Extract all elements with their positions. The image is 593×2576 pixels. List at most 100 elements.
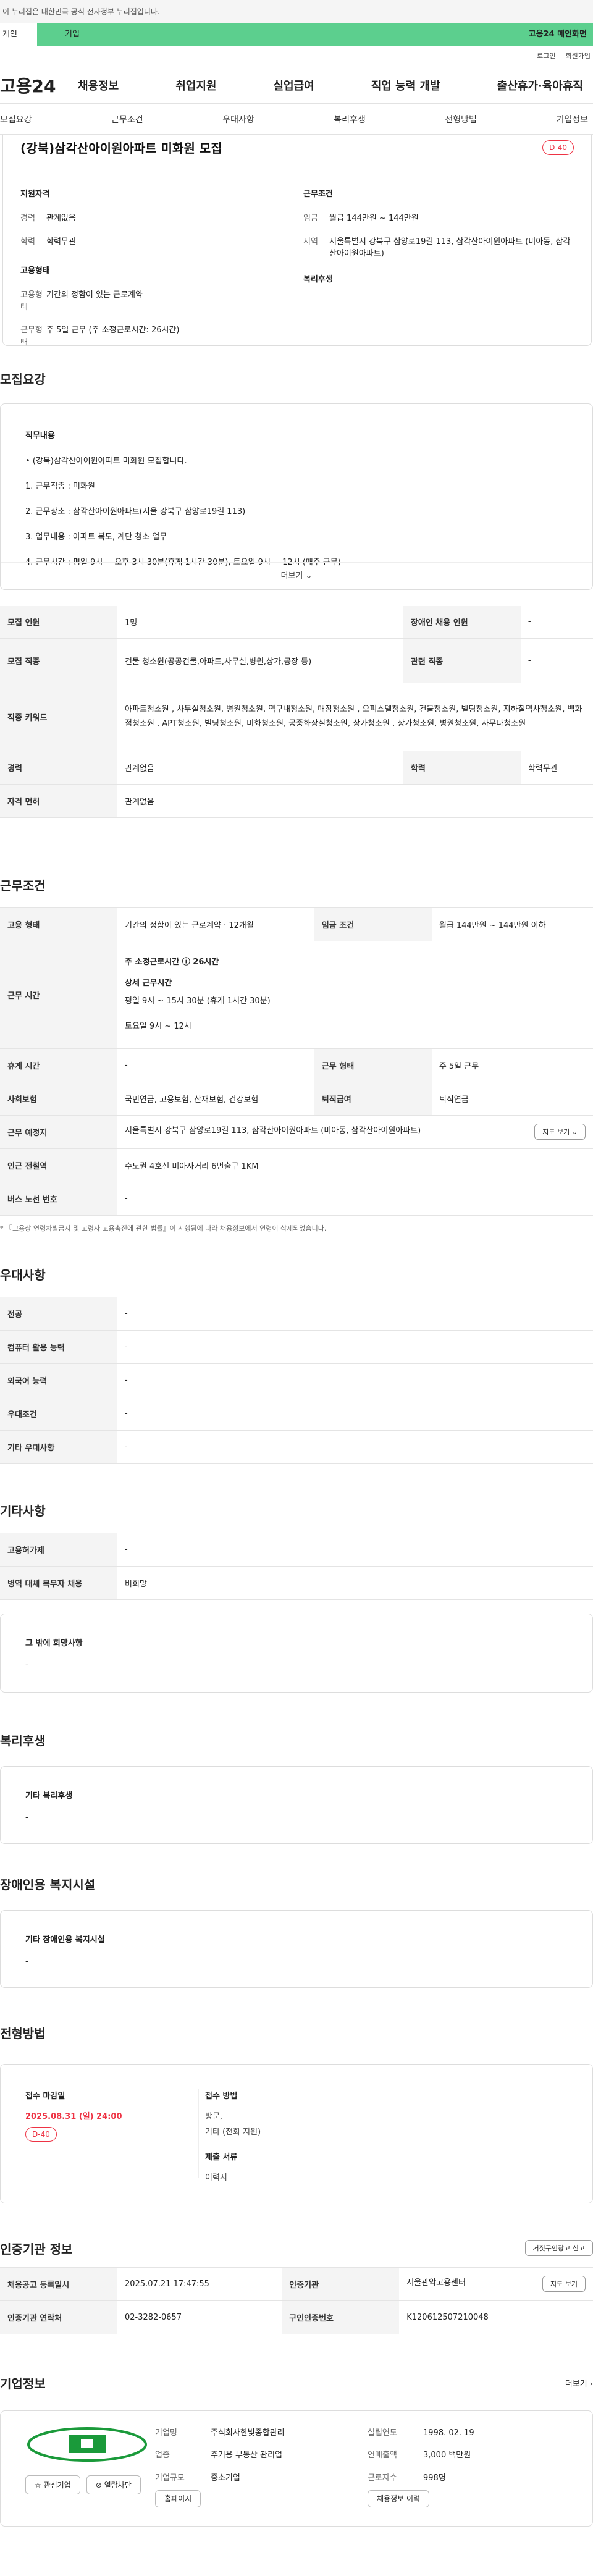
lnb-item[interactable]: 복리후생 <box>334 113 366 125</box>
cell-label: 모집 인원 <box>0 606 117 639</box>
info-label: 기업명 <box>155 2428 177 2438</box>
close-label: 접수 마감일 <box>25 2091 65 2101</box>
map-button[interactable]: 지도 보기 <box>542 2276 586 2292</box>
guide-card: 접수 마감일 2025.08.31 (일) 24:00 D-40 접수 방법 방… <box>0 2063 593 2203</box>
cell-label: 사회보험 <box>0 1082 117 1116</box>
cell-label: 관련 직종 <box>403 638 521 683</box>
gnb-item[interactable]: 취업지원 <box>175 77 216 93</box>
local-nav: 모집요강 근무조건 우대사항 복리후생 전형방법 기업정보 <box>0 104 593 135</box>
cell-value: 2025.07.21 17:47:55 <box>117 2267 282 2301</box>
lnb-item[interactable]: 전형방법 <box>445 113 477 125</box>
box-label: 그 밖에 희망사항 <box>25 1638 83 1648</box>
lnb-item[interactable]: 모집요강 <box>0 113 32 125</box>
company-logo-mark <box>27 2427 147 2462</box>
conditions-table: 고용 형태 기간의 정함이 있는 근로계약 · 12개월 임금 조건 월급 144만원… <box>0 907 593 1216</box>
section-title: 근무조건 <box>0 878 46 893</box>
global-nav: 고용24 채용정보 취업지원 실업급여 직업 능력 개발 출산휴가·육아휴직 <box>0 67 593 104</box>
fav-button[interactable]: ☆ 관심기업 <box>25 2475 80 2494</box>
method-value: 방문, <box>205 2111 223 2121</box>
company-more-link[interactable]: 더보기 › <box>565 2377 593 2389</box>
field-value: 기간의 정함이 있는 근로계약 <box>46 290 143 300</box>
field-value: 월급 144만원 ~ 144만원 <box>329 214 419 223</box>
lnb-item[interactable]: 근무조건 <box>111 113 143 125</box>
dday-badge: D-40 <box>542 140 574 155</box>
box-value: - <box>25 1956 28 1966</box>
more-button[interactable]: 더보기 ⌄ <box>1 562 592 589</box>
cell-label: 컴퓨터 활용 능력 <box>0 1330 117 1364</box>
join-link[interactable]: 회원가입 <box>566 52 591 60</box>
cell-label: 근무 시간 <box>0 941 117 1049</box>
docs-value: 이력서 <box>205 2173 227 2182</box>
tab-corp[interactable]: 기업 고용24 메인화면 <box>37 23 593 46</box>
cell-value: 관계없음 <box>117 784 593 818</box>
info-value: 주거용 부동산 관리업 <box>211 2451 282 2460</box>
info-value: 1998. 02. 19 <box>423 2428 474 2438</box>
report-button[interactable]: 거짓구인광고 신고 <box>524 2240 593 2256</box>
tab-personal[interactable]: 개인 <box>0 23 37 46</box>
login-link[interactable]: 로그인 <box>537 52 555 60</box>
gnb-item[interactable]: 출산휴가·육아휴직 <box>497 77 583 93</box>
cell-value: - <box>117 1363 593 1397</box>
section-title: 장애인용 복지시설 <box>0 1877 96 1892</box>
cell-label: 병역 대체 복무자 채용 <box>0 1566 117 1600</box>
time-weekday: 평일 9시 ~ 15시 30분 (휴게 1시간 30분) <box>125 996 271 1006</box>
homepage-button[interactable]: 홈페이지 <box>155 2490 201 2507</box>
summary-line: 3. 업무내용 : 아파트 복도, 계단 청소 업무 <box>25 532 167 542</box>
cell-value: 학력무관 <box>520 751 593 785</box>
section-title: 전형방법 <box>0 2026 46 2041</box>
field-label: 학력 <box>20 237 35 246</box>
info-label: 설립연도 <box>368 2428 397 2438</box>
block-button[interactable]: ⊘ 열람차단 <box>86 2475 141 2494</box>
cell-value: K120612507210048 <box>399 2300 593 2334</box>
group-title: 근무조건 <box>303 190 333 199</box>
group-title: 고용형태 <box>20 266 50 276</box>
section-title: 우대사항 <box>0 1267 46 1282</box>
welfare-box: 기타 복리후생 - <box>0 1766 593 1844</box>
main-link[interactable]: 고용24 메인화면 <box>529 23 587 46</box>
pref-table: 전공 - 컴퓨터 활용 능력 - 외국어 능력 - 우대조건 - 기타 우대사항 - <box>0 1296 593 1464</box>
field-value: 서울특별시 강북구 삼양로19길 113, 삼각산아이원아파트 (미아동, 삼각… <box>329 237 571 259</box>
gnb-item[interactable]: 실업급여 <box>274 77 314 93</box>
lnb-item[interactable]: 기업정보 <box>556 113 588 125</box>
cell-label: 임금 조건 <box>314 907 432 941</box>
cell-label: 장애인 채용 인원 <box>403 606 521 639</box>
cell-value: 주 5일 근무 <box>431 1048 593 1082</box>
util-bar: 로그인 회원가입 <box>0 46 593 67</box>
gnb-item[interactable]: 직업 능력 개발 <box>371 77 440 93</box>
cell-value: - <box>520 638 593 683</box>
cell-label: 버스 노선 번호 <box>0 1182 117 1216</box>
time-saturday: 토요일 9시 ~ 12시 <box>125 1021 191 1031</box>
field-value: 관계없음 <box>46 214 76 223</box>
logo[interactable]: 고용24 <box>0 73 62 98</box>
cell-label: 전공 <box>0 1297 117 1331</box>
info-label: 근로자수 <box>368 2473 397 2483</box>
field-label: 임금 <box>303 214 318 223</box>
group-title: 복리후생 <box>303 274 333 284</box>
job-summary-card: (강북)삼각산아이원아파트 미화원 모집 D-40 지원자격 경력 관계없음 학력… <box>2 135 592 347</box>
cell-label: 인증기관 연락처 <box>0 2300 117 2334</box>
cell-label: 경력 <box>0 751 117 785</box>
info-label: 기업규모 <box>155 2473 185 2483</box>
cell-label: 근무 형태 <box>314 1048 432 1082</box>
gnb-item[interactable]: 채용정보 <box>78 77 119 93</box>
lnb-item[interactable]: 우대사항 <box>222 113 254 125</box>
cell-value: 서울관악고용센터 <box>406 2278 466 2288</box>
info-label: 연매출액 <box>368 2451 397 2460</box>
cell-value: - <box>117 1297 593 1331</box>
cell-label: 퇴직급여 <box>314 1082 432 1116</box>
cell-value: 02-3282-0657 <box>117 2300 282 2334</box>
map-button[interactable]: 지도 보기 ⌄ <box>534 1124 586 1140</box>
field-label: 지역 <box>303 237 318 246</box>
company-card: ☆ 관심기업 ⊘ 열람차단 기업명 주식회사한빛종합관리 설립연도 1998. 02… <box>0 2410 593 2527</box>
cell-value: 월급 144만원 ~ 144만원 이하 <box>431 907 593 941</box>
jobs-history-button[interactable]: 채용정보 이력 <box>368 2490 430 2507</box>
summary-line: • (강북)삼각산아이원아파트 미화원 모집합니다. <box>25 457 187 466</box>
etc-table: 고용허가제 - 병역 대체 복무자 채용 비희망 <box>0 1532 593 1600</box>
cell-label: 자격 면허 <box>0 784 117 818</box>
gov-banner: 이 누리집은 대한민국 공식 전자정부 누리집입니다. <box>0 0 593 23</box>
section-title: 모집요강 <box>0 372 46 387</box>
field-value: 학력무관 <box>46 237 76 246</box>
cell-label: 채용공고 등록일시 <box>0 2267 117 2301</box>
cell-label: 학력 <box>403 751 521 785</box>
cell-value: - <box>117 1182 593 1216</box>
